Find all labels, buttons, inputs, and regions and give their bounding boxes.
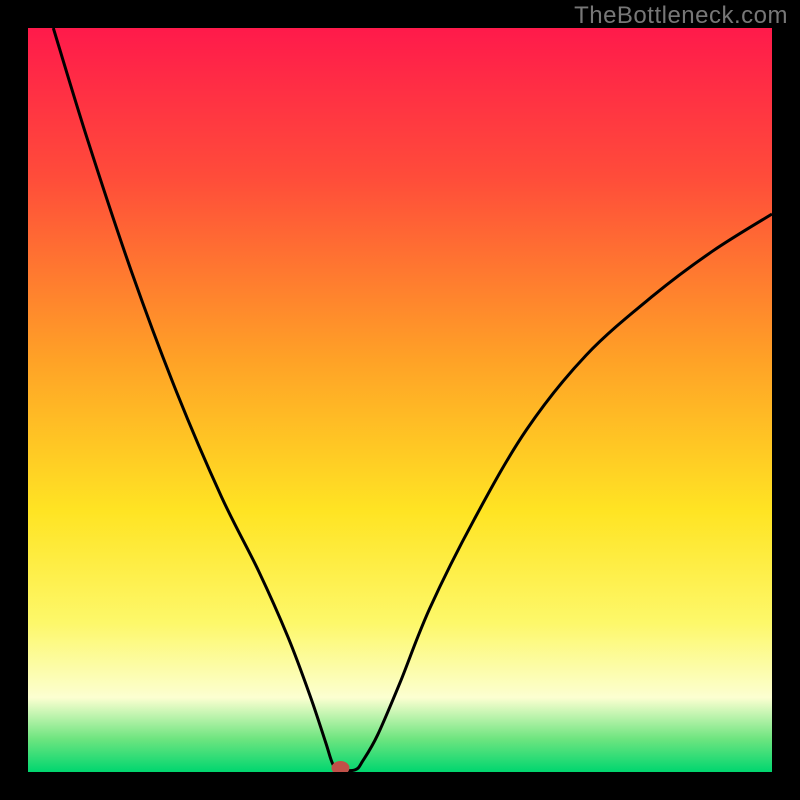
figure-root: TheBottleneck.com [0,0,800,800]
watermark-text: TheBottleneck.com [574,2,788,30]
plot-frame [28,28,772,772]
bottleneck-chart [28,28,772,772]
gradient-background [28,28,772,772]
